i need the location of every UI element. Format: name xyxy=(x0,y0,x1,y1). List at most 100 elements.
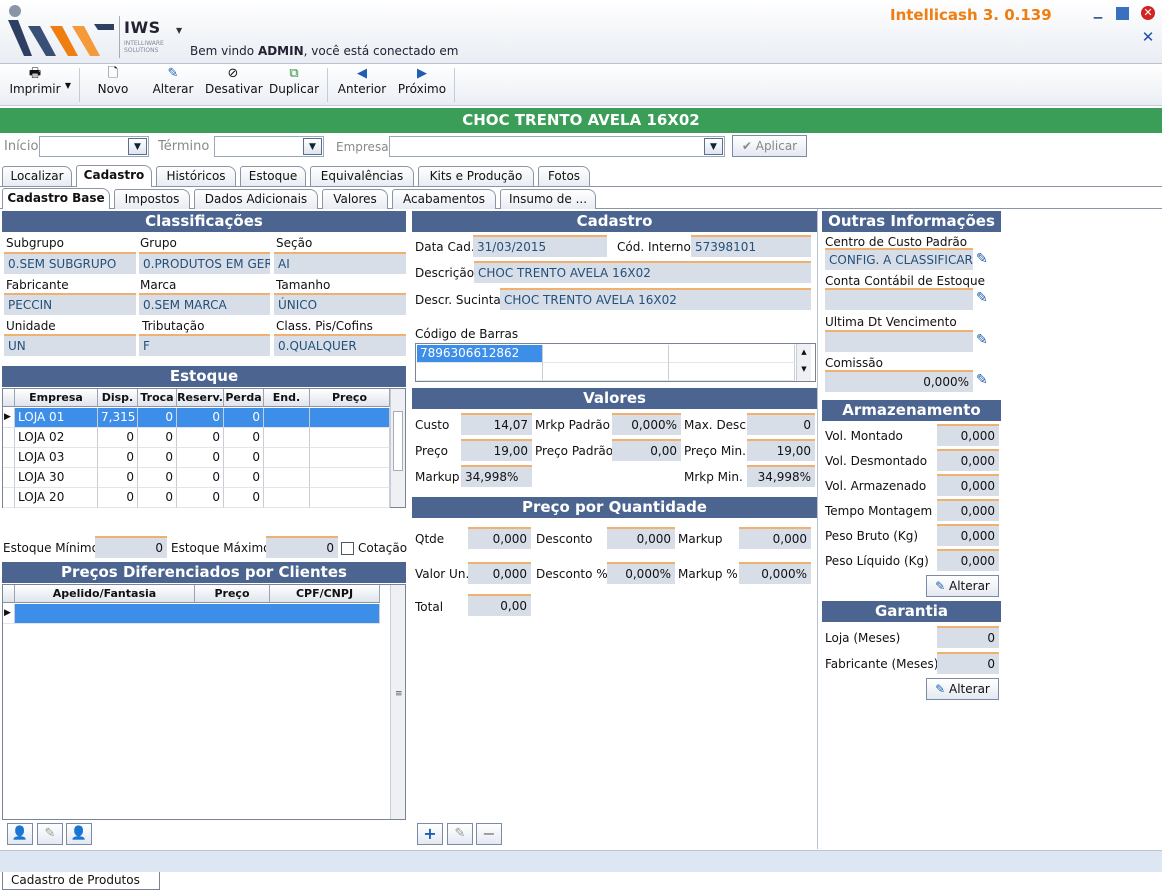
chevron-down-icon[interactable]: ▼ xyxy=(128,138,147,155)
descr-sucinta-field[interactable]: CHOC TRENTO AVELA 16X02 xyxy=(500,288,811,310)
codigo-barras-grid[interactable]: 7896306612862 ▲ ▼ xyxy=(415,343,816,382)
table-cell[interactable] xyxy=(264,488,310,508)
barcode-cell[interactable] xyxy=(669,345,795,363)
logo-menu-caret-icon[interactable]: ▼ xyxy=(176,26,182,35)
edit-qty-price-button[interactable]: ✎ xyxy=(447,823,473,845)
chevron-down-icon[interactable]: ▼ xyxy=(704,138,723,155)
custo-field[interactable]: 14,07 xyxy=(461,413,532,435)
descricao-field[interactable]: CHOC TRENTO AVELA 16X02 xyxy=(474,261,811,283)
comissao-field[interactable]: 0,000% xyxy=(825,370,973,392)
table-cell[interactable]: 0 xyxy=(224,408,264,428)
table-cell[interactable]: 0 xyxy=(138,408,177,428)
table-cell[interactable]: 0 xyxy=(177,448,224,468)
table-cell[interactable]: 0 xyxy=(177,408,224,428)
table-cell[interactable]: 0 xyxy=(224,428,264,448)
tab-fotos[interactable]: Fotos xyxy=(538,166,590,186)
table-cell[interactable]: 0 xyxy=(177,428,224,448)
new-button[interactable]: 🗋 Novo xyxy=(93,66,133,104)
table-cell[interactable] xyxy=(310,448,390,468)
unidade-field[interactable]: UN xyxy=(4,334,136,356)
precos-col-preco[interactable]: Preço xyxy=(195,585,270,603)
end-date-picker[interactable]: ▼ xyxy=(214,136,324,157)
table-cell[interactable]: 0 xyxy=(138,428,177,448)
armazenamento-alterar-button[interactable]: ✎ Alterar xyxy=(926,575,999,597)
precos-col-cpf[interactable]: CPF/CNPJ xyxy=(270,585,380,603)
desconto-field[interactable]: 0,000 xyxy=(607,527,675,549)
estoque-grid[interactable]: Empresa Disp. Troca Reserv. Perda End. P… xyxy=(2,388,406,508)
scroll-thumb[interactable] xyxy=(393,411,403,471)
preco-min-field[interactable]: 19,00 xyxy=(747,439,815,461)
barcode-cell[interactable] xyxy=(543,363,669,381)
estoque-col-troca[interactable]: Troca xyxy=(138,389,177,407)
start-date-picker[interactable]: ▼ xyxy=(39,136,149,157)
preco-field[interactable]: 19,00 xyxy=(461,439,532,461)
tab-estoque[interactable]: Estoque xyxy=(240,166,306,186)
valor-un-field[interactable]: 0,000 xyxy=(468,562,531,584)
table-cell[interactable]: 0 xyxy=(177,488,224,508)
close-form-icon[interactable]: ✕ xyxy=(1141,30,1155,45)
tributacao-field[interactable]: F xyxy=(139,334,270,356)
pis-cofins-field[interactable]: 0.QUALQUER xyxy=(274,334,406,356)
tab-equivalencias[interactable]: Equivalências xyxy=(310,166,414,186)
tab-cadastro[interactable]: Cadastro xyxy=(76,165,152,187)
tamanho-field[interactable]: ÚNICO xyxy=(274,293,406,315)
cod-interno-field[interactable]: 57398101 xyxy=(691,235,811,257)
edit-button[interactable]: ✎ Alterar xyxy=(149,66,197,104)
table-cell[interactable] xyxy=(264,468,310,488)
table-cell[interactable]: LOJA 02 xyxy=(15,428,98,448)
close-app-icon[interactable]: ✕ xyxy=(1141,6,1155,20)
chevron-down-icon[interactable]: ▼ xyxy=(303,138,322,155)
tab-historicos[interactable]: Históricos xyxy=(156,166,236,186)
table-cell[interactable] xyxy=(264,408,310,428)
table-cell[interactable]: 0 xyxy=(224,468,264,488)
vol-armazenado-field[interactable]: 0,000 xyxy=(937,474,999,496)
table-cell[interactable]: 0 xyxy=(138,468,177,488)
table-cell[interactable]: LOJA 30 xyxy=(15,468,98,488)
table-cell[interactable] xyxy=(310,428,390,448)
estoque-col-preco[interactable]: Preço xyxy=(310,389,390,407)
peso-bruto-field[interactable]: 0,000 xyxy=(937,524,999,546)
cotacao-checkbox[interactable] xyxy=(341,542,354,555)
garantia-fabricante-field[interactable]: 0 xyxy=(937,652,999,674)
tempo-montagem-field[interactable]: 0,000 xyxy=(937,499,999,521)
tab-kits-producao[interactable]: Kits e Produção xyxy=(418,166,534,186)
barcode-cell[interactable]: 7896306612862 xyxy=(417,345,543,363)
qtde-field[interactable]: 0,000 xyxy=(468,527,531,549)
subtab-insumo[interactable]: Insumo de ... xyxy=(500,189,596,209)
peso-liquido-field[interactable]: 0,000 xyxy=(937,549,999,571)
tab-localizar[interactable]: Localizar xyxy=(2,166,72,186)
desconto-pct-field[interactable]: 0,000% xyxy=(607,562,675,584)
edit-centro-custo-icon[interactable]: ✎ xyxy=(976,251,988,267)
table-cell[interactable]: 0 xyxy=(224,448,264,468)
subgrupo-field[interactable]: 0.SEM SUBGRUPO xyxy=(4,252,136,274)
markup-field[interactable]: 34,998% xyxy=(461,465,532,487)
edit-comissao-icon[interactable]: ✎ xyxy=(976,372,988,388)
max-desc-field[interactable]: 0 xyxy=(747,413,815,435)
table-cell[interactable] xyxy=(310,488,390,508)
next-button[interactable]: ▶ Próximo xyxy=(396,66,448,104)
edit-conta-contabil-icon[interactable]: ✎ xyxy=(976,290,988,306)
bottom-tab-cadastro-produtos[interactable]: Cadastro de Produtos xyxy=(2,872,160,890)
subtab-acabamentos[interactable]: Acabamentos xyxy=(392,189,496,209)
chevron-up-icon[interactable]: ▲ xyxy=(801,348,806,356)
mrkp-padrao-field[interactable]: 0,000% xyxy=(612,413,681,435)
garantia-loja-field[interactable]: 0 xyxy=(937,626,999,648)
previous-button[interactable]: ◀ Anterior xyxy=(336,66,388,104)
table-cell[interactable]: 7,315 xyxy=(98,408,138,428)
marca-field[interactable]: 0.SEM MARCA xyxy=(139,293,270,315)
remove-client-price-button[interactable]: 👤 xyxy=(66,823,92,845)
table-cell[interactable]: 0 xyxy=(98,488,138,508)
add-qty-price-button[interactable]: + xyxy=(417,823,443,845)
table-cell[interactable]: 0 xyxy=(138,448,177,468)
apply-button[interactable]: ✔ Aplicar xyxy=(732,135,807,157)
secao-field[interactable]: AI xyxy=(274,252,406,274)
fabricante-field[interactable]: PECCIN xyxy=(4,293,136,315)
table-cell[interactable]: 0 xyxy=(177,468,224,488)
vol-montado-field[interactable]: 0,000 xyxy=(937,424,999,446)
table-cell[interactable] xyxy=(310,408,390,428)
table-cell[interactable]: LOJA 03 xyxy=(15,448,98,468)
edit-client-price-button[interactable]: ✎ xyxy=(37,823,63,845)
add-client-price-button[interactable]: 👤 xyxy=(7,823,33,845)
estoque-col-reserv[interactable]: Reserv. xyxy=(177,389,224,407)
vol-desmontado-field[interactable]: 0,000 xyxy=(937,449,999,471)
